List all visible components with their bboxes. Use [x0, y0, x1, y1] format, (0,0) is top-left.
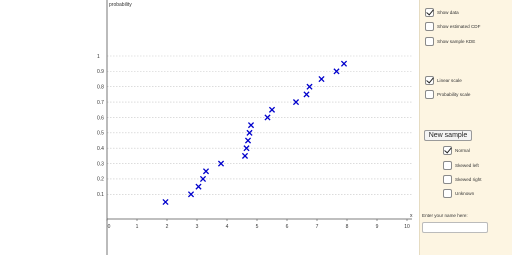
linear-scale-box[interactable] [425, 76, 434, 85]
x-tick-label-0: 0 [108, 224, 111, 230]
x-tick-label-10: 10 [404, 224, 410, 230]
scatter-plot: probability x 0 1 2 3 4 5 6 7 8 9 10 0.10.20.30.40… [97, 0, 413, 255]
y-tick-label-3: 0.4 [97, 146, 104, 152]
x-tick-label-8: 8 [346, 224, 349, 230]
skewed-right-checkbox[interactable]: Skewed right [443, 175, 482, 184]
y-tick-label-7: 0.8 [97, 85, 104, 91]
y-tick-label-0: 0.1 [97, 192, 104, 198]
x-tick-label-3: 3 [196, 224, 199, 230]
y-axis-label: probability [109, 2, 132, 8]
x-tick-label-1: 1 [136, 224, 139, 230]
data-point-10 [247, 122, 255, 129]
skewed-right-label: Skewed right [455, 177, 482, 182]
normal-label: Normal [455, 148, 470, 153]
y-ticks: 0.1 0.2 0.3 0.4 0.5 0.6 0.7 0.8 0.9 1 [97, 54, 104, 198]
y-tick-label-4: 0.5 [97, 131, 104, 137]
show-cdf-box[interactable] [425, 22, 434, 31]
unknown-checkbox[interactable]: Unknown [443, 189, 474, 198]
y-tick-label-9: 1 [97, 54, 100, 60]
show-kde-label: Show sample KDE [437, 39, 476, 44]
grid-lines [107, 55, 412, 195]
x-axis-label: x [410, 213, 413, 219]
y-tick-label-5: 0.6 [97, 115, 104, 121]
y-tick-label-1: 0.2 [97, 177, 104, 183]
linear-scale-label: Linear scale [437, 78, 462, 83]
skewed-left-box[interactable] [443, 161, 452, 170]
y-tick-label-2: 0.3 [97, 161, 104, 167]
data-point-4 [202, 168, 210, 175]
x-tick-label-2: 2 [166, 224, 169, 230]
data-point-12 [268, 106, 276, 113]
unknown-label: Unknown [455, 191, 475, 196]
x-ticks: 0 1 2 3 4 5 6 7 8 9 10 [106, 219, 410, 230]
probability-scale-box[interactable] [425, 90, 434, 99]
data-point-18 [340, 60, 348, 67]
unknown-box[interactable] [443, 189, 452, 198]
show-kde-box[interactable] [425, 37, 434, 46]
skewed-left-label: Skewed left [455, 163, 479, 168]
skewed-right-box[interactable] [443, 175, 452, 184]
data-point-0 [162, 198, 169, 206]
data-point-14 [303, 91, 310, 98]
show-cdf-label: Show estimated CDF [437, 24, 481, 29]
x-tick-label-9: 9 [376, 224, 379, 230]
name-input[interactable] [422, 222, 488, 233]
data-point-16 [318, 75, 325, 83]
new-sample-button[interactable]: New sample [424, 130, 472, 141]
show-data-checkbox[interactable]: Show data [425, 8, 459, 17]
show-data-box[interactable] [425, 8, 434, 17]
show-data-label: Show data [437, 10, 459, 15]
data-point-8 [244, 137, 252, 144]
data-point-6 [241, 152, 249, 159]
show-cdf-checkbox[interactable]: Show estimated CDF [425, 22, 480, 31]
show-kde-checkbox[interactable]: Show sample KDE [425, 37, 475, 46]
name-input-label: Enter your name here: [422, 213, 468, 218]
y-tick-label-6: 0.7 [97, 100, 104, 106]
normal-box[interactable] [443, 146, 452, 155]
x-tick-label-5: 5 [256, 224, 259, 230]
linear-scale-checkbox[interactable]: Linear scale [425, 76, 462, 85]
x-tick-label-4: 4 [226, 224, 229, 230]
probability-scale-label: Probability scale [437, 92, 471, 97]
skewed-left-checkbox[interactable]: Skewed left [443, 161, 479, 170]
y-tick-label-8: 0.9 [97, 69, 104, 75]
probability-scale-checkbox[interactable]: Probability scale [425, 90, 470, 99]
x-tick-label-7: 7 [316, 224, 319, 230]
normal-checkbox[interactable]: Normal [443, 146, 470, 155]
x-tick-label-6: 6 [286, 224, 289, 230]
data-point-2 [195, 183, 202, 190]
